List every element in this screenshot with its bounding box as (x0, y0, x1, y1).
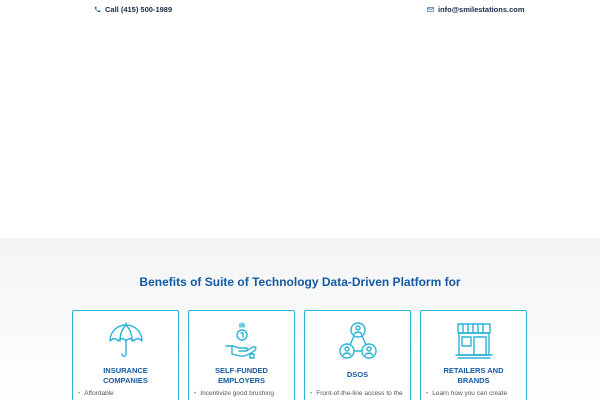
card-title-line1: DSOs (346, 370, 369, 379)
card-retailers-and-brands[interactable]: RETAILERS AND BRANDS Learn how you can c… (420, 310, 527, 400)
hand-coin-icon (222, 321, 262, 361)
card-insurance-companies[interactable]: INSURANCE COMPANIES Affordable (72, 310, 179, 400)
card-title-line1: SELF-FUNDED (215, 366, 268, 375)
card-title: DSOs (305, 370, 410, 380)
card-bullet: Incentivize good brushing (194, 390, 290, 397)
card-title-line2: BRANDS (457, 375, 490, 385)
card-bullet: Affordable (78, 390, 174, 397)
card-title: RETAILERS AND BRANDS (421, 366, 526, 385)
phone-link[interactable]: Call (415) 500-1989 (94, 5, 172, 14)
card-title-line1: RETAILERS AND (443, 366, 504, 375)
card-title: INSURANCE COMPANIES (73, 366, 178, 385)
card-title: SELF-FUNDED EMPLOYERS (189, 366, 294, 385)
top-contact-bar: Call (415) 500-1989 info@smilestations.c… (0, 0, 600, 20)
card-bullet: Learn how you can create (426, 390, 522, 397)
email-link[interactable]: info@smilestations.com (427, 5, 525, 14)
umbrella-icon (106, 321, 146, 361)
storefront-icon (454, 321, 494, 361)
card-title-line1: INSURANCE (103, 366, 148, 375)
envelope-icon (427, 7, 434, 12)
network-people-icon (338, 321, 378, 361)
email-text: info@smilestations.com (438, 5, 525, 14)
card-title-line2: EMPLOYERS (217, 375, 266, 385)
card-bullet: Front-of-the-line access to the (310, 390, 406, 397)
phone-icon (94, 6, 101, 13)
phone-text: Call (415) 500-1989 (105, 5, 173, 14)
card-dsos[interactable]: DSOs Front-of-the-line access to the (304, 310, 411, 400)
benefits-section: Benefits of Suite of Technology Data-Dri… (0, 238, 600, 400)
benefits-title: Benefits of Suite of Technology Data-Dri… (139, 275, 461, 289)
card-title-line2: COMPANIES (103, 375, 148, 385)
card-self-funded-employers[interactable]: SELF-FUNDED EMPLOYERS Incentivize good b… (188, 310, 295, 400)
